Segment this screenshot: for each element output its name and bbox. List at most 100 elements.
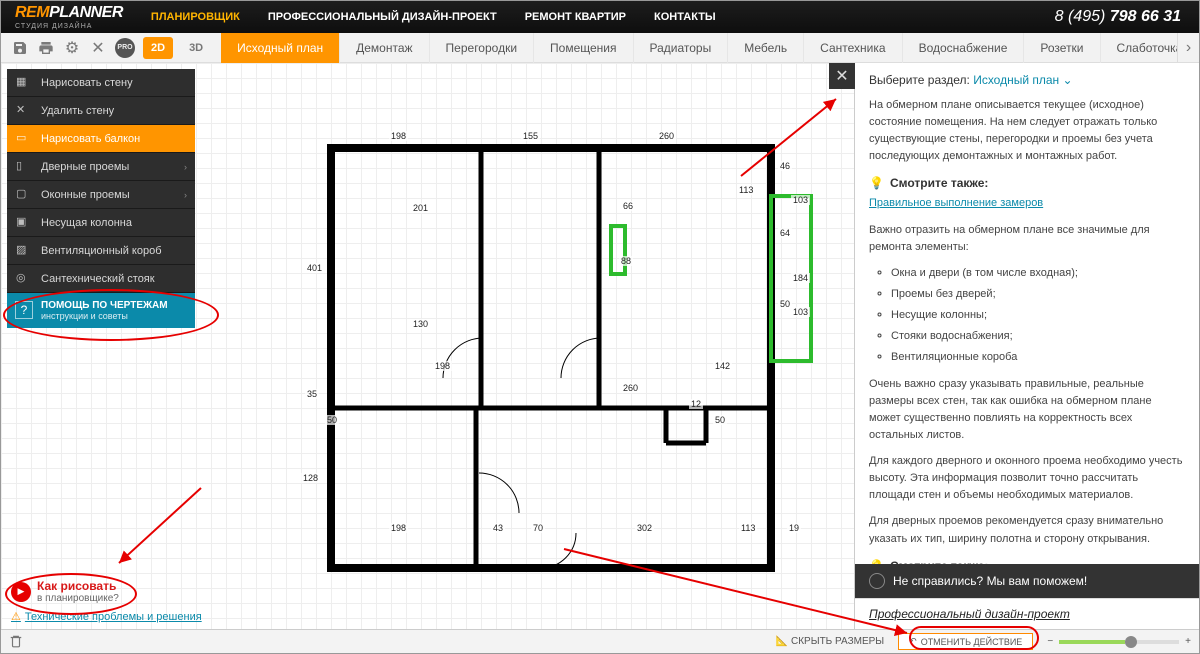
window-icon: ▢ [16,187,31,202]
tab-demolition[interactable]: Демонтаж [340,33,429,63]
tab-furniture[interactable]: Мебель [728,33,804,63]
nav-planner[interactable]: ПЛАНИРОВЩИК [137,1,254,33]
dim-label: 113 [737,185,755,195]
dim-label: 46 [778,161,792,171]
trash-icon[interactable] [9,634,25,650]
panel-header: Выберите раздел: Исходный план ⌄ [855,63,1199,93]
chevron-right-icon: › [184,190,187,200]
how-to-draw-link[interactable]: ▶ Как рисовать в планировщике? [11,579,202,604]
tabs-scroll-right[interactable]: › [1177,33,1199,63]
tab-sockets[interactable]: Розетки [1024,33,1100,63]
view-2d-button[interactable]: 2D [143,37,173,59]
dim-label: 103 [791,307,810,317]
dim-label: 198 [389,523,408,533]
help-list: Окна и двери (в том числе входная); Прое… [869,265,1185,366]
dim-label: 142 [713,361,732,371]
zoom-track[interactable] [1059,640,1179,644]
bulb-icon: 💡 [869,557,884,564]
tab-rooms[interactable]: Помещения [534,33,633,63]
drawings-help-button[interactable]: ? ПОМОЩЬ ПО ЧЕРТЕЖАМ инструкции и советы [7,293,195,328]
tool-window-openings[interactable]: ▢Оконные проемы› [7,181,195,209]
balcony-icon: ▭ [16,131,31,146]
floorplan-drawing[interactable] [311,138,831,618]
top-nav: ПЛАНИРОВЩИК ПРОФЕССИОНАЛЬНЫЙ ДИЗАЙН-ПРОЕ… [137,1,730,33]
dim-label: 19 [787,523,801,533]
zoom-out-icon[interactable]: − [1047,636,1053,647]
question-icon: ? [15,301,33,319]
dim-label: 64 [778,228,792,238]
dim-label: 50 [778,299,792,309]
tool-draw-wall[interactable]: ▦Нарисовать стену [7,69,195,97]
view-3d-button[interactable]: 3D [181,37,211,59]
tab-lowcurrent[interactable]: Слаботочка [1101,33,1177,63]
link-icon[interactable]: ⚙ [63,39,81,57]
tool-door-openings[interactable]: ▯Дверные проемы› [7,153,195,181]
dim-label: 260 [621,383,640,393]
save-icon[interactable] [11,39,29,57]
dim-label: 12 [689,399,703,409]
dim-label: 260 [657,131,676,141]
tool-draw-balcony[interactable]: ▭Нарисовать балкон [7,125,195,153]
tab-plumbing[interactable]: Сантехника [804,33,902,63]
tool-column[interactable]: ▣Несущая колонна [7,209,195,237]
help-panel: ✕ Выберите раздел: Исходный план ⌄ На об… [854,63,1199,629]
dim-label: 88 [619,256,633,266]
bulb-icon: 💡 [869,174,884,193]
dim-label: 70 [531,523,545,533]
help-cta[interactable]: Не справились? Мы вам поможем! [855,564,1199,598]
zoom-in-icon[interactable]: + [1185,636,1191,647]
dim-label: 35 [305,389,319,399]
dim-label: 103 [791,195,810,205]
tool-plumbing-riser[interactable]: ◎Сантехнический стояк [7,265,195,293]
nav-renovation[interactable]: РЕМОНТ КВАРТИР [511,1,640,33]
nav-design[interactable]: ПРОФЕССИОНАЛЬНЫЙ ДИЗАЙН-ПРОЕКТ [254,1,511,33]
dim-label: 198 [389,131,408,141]
undo-button[interactable]: ↶ ОТМЕНИТЬ ДЕЙСТВИЕ [898,633,1033,650]
dim-label: 50 [325,415,339,425]
zoom-slider[interactable]: − + [1047,636,1191,647]
drawing-tools-panel: ▦Нарисовать стену ✕Удалить стену ▭Нарисо… [7,69,195,328]
tab-radiators[interactable]: Радиаторы [634,33,729,63]
dim-label: 43 [491,523,505,533]
pro-badge-icon[interactable]: PRO [115,38,135,58]
dim-label: 50 [713,415,727,425]
dim-label: 130 [411,319,430,329]
tech-issues-link[interactable]: ⚠Технические проблемы и решения [11,610,202,623]
dim-label: 184 [791,273,810,283]
design-project-link[interactable]: Профессиональный дизайн-проект [855,598,1199,629]
tools-icon[interactable]: ✕ [89,39,107,57]
help-text: Важно отразить на обмерном плане все зна… [869,222,1185,256]
help-text: Для дверных проемов рекомендуется сразу … [869,513,1185,547]
dim-label: 128 [301,473,320,483]
dim-label: 66 [621,201,635,211]
logo[interactable]: REMPLANNER СТУДИЯ ДИЗАЙНА [1,4,137,30]
tab-water[interactable]: Водоснабжение [903,33,1025,63]
warning-icon: ⚠ [11,610,21,623]
wall-icon: ▦ [16,75,31,90]
chevron-down-icon: ⌄ [1063,73,1073,87]
dim-label: 302 [635,523,654,533]
tab-source-plan[interactable]: Исходный план [221,33,340,63]
print-icon[interactable] [37,39,55,57]
zoom-thumb[interactable] [1125,636,1137,648]
door-icon: ▯ [16,159,31,174]
globe-icon [869,573,885,589]
column-icon: ▣ [16,215,31,230]
dim-label: 401 [305,263,324,273]
close-panel-button[interactable]: ✕ [829,63,855,89]
hide-dimensions-button[interactable]: 📐 СКРЫТЬ РАЗМЕРЫ [776,636,884,647]
dim-label: 113 [739,523,757,533]
logo-rem: REM [15,4,49,21]
riser-icon: ◎ [16,271,31,286]
help-text: На обмерном плане описывается текущее (и… [869,97,1185,165]
tool-vent-box[interactable]: ▨Вентиляционный короб [7,237,195,265]
nav-contacts[interactable]: КОНТАКТЫ [640,1,730,33]
tab-partitions[interactable]: Перегородки [430,33,534,63]
video-icon: ▶ [11,582,31,602]
see-also-link[interactable]: Правильное выполнение замеров [869,195,1185,212]
tool-delete-wall[interactable]: ✕Удалить стену [7,97,195,125]
chevron-right-icon: › [184,162,187,172]
section-dropdown[interactable]: Исходный план ⌄ [973,73,1072,87]
logo-subtitle: СТУДИЯ ДИЗАЙНА [15,23,123,30]
phone: 8 (495) 798 66 31 [1055,8,1199,26]
